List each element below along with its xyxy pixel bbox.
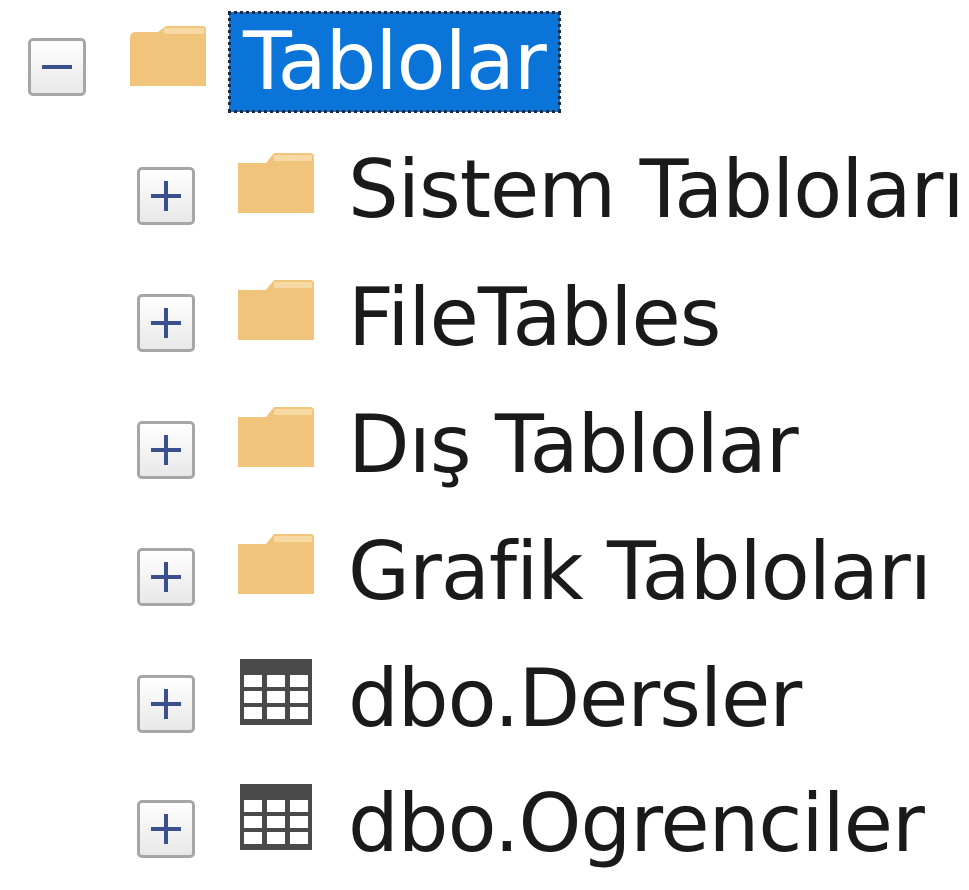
expand-button[interactable] bbox=[137, 800, 195, 858]
tree-node-dbo-ogrenciler[interactable]: dbo.Ogrenciler bbox=[0, 770, 969, 890]
folder-icon bbox=[238, 407, 314, 467]
plus-icon bbox=[151, 435, 181, 465]
folder-icon bbox=[238, 280, 314, 340]
expand-button[interactable] bbox=[137, 421, 195, 479]
tree-node-label[interactable]: Tablolar bbox=[228, 11, 561, 113]
tree-node-label: Sistem Tabloları bbox=[348, 143, 965, 236]
tree-node-label: Grafik Tabloları bbox=[348, 525, 932, 618]
tree-node-grafik-tablolari[interactable]: Grafik Tabloları bbox=[0, 518, 969, 638]
folder-icon bbox=[238, 153, 314, 213]
plus-icon bbox=[151, 814, 181, 844]
tree-node-dbo-dersler[interactable]: dbo.Dersler bbox=[0, 645, 969, 765]
expand-button[interactable] bbox=[137, 675, 195, 733]
tree-node-dis-tablolar[interactable]: Dış Tablolar bbox=[0, 391, 969, 511]
tree-node-label: FileTables bbox=[348, 271, 721, 364]
tree-node-sistem-tablolari[interactable]: Sistem Tabloları bbox=[0, 135, 969, 255]
folder-icon bbox=[238, 534, 314, 594]
tree-node-label: Dış Tablolar bbox=[348, 398, 799, 491]
tree-node-label: dbo.Dersler bbox=[348, 652, 802, 745]
plus-icon bbox=[151, 689, 181, 719]
object-explorer-tree: Tablolar Sistem Tabloları FileTables Dış… bbox=[0, 0, 969, 871]
plus-icon bbox=[151, 308, 181, 338]
table-icon bbox=[240, 659, 312, 725]
tree-node-tablolar[interactable]: Tablolar bbox=[0, 0, 969, 120]
table-icon bbox=[240, 784, 312, 850]
plus-icon bbox=[151, 181, 181, 211]
minus-icon bbox=[42, 65, 72, 69]
plus-icon bbox=[151, 562, 181, 592]
expand-button[interactable] bbox=[137, 548, 195, 606]
collapse-button[interactable] bbox=[28, 38, 86, 96]
expand-button[interactable] bbox=[137, 167, 195, 225]
tree-node-filetables[interactable]: FileTables bbox=[0, 264, 969, 384]
tree-node-label: dbo.Ogrenciler bbox=[348, 777, 925, 870]
folder-icon bbox=[130, 26, 206, 86]
expand-button[interactable] bbox=[137, 294, 195, 352]
